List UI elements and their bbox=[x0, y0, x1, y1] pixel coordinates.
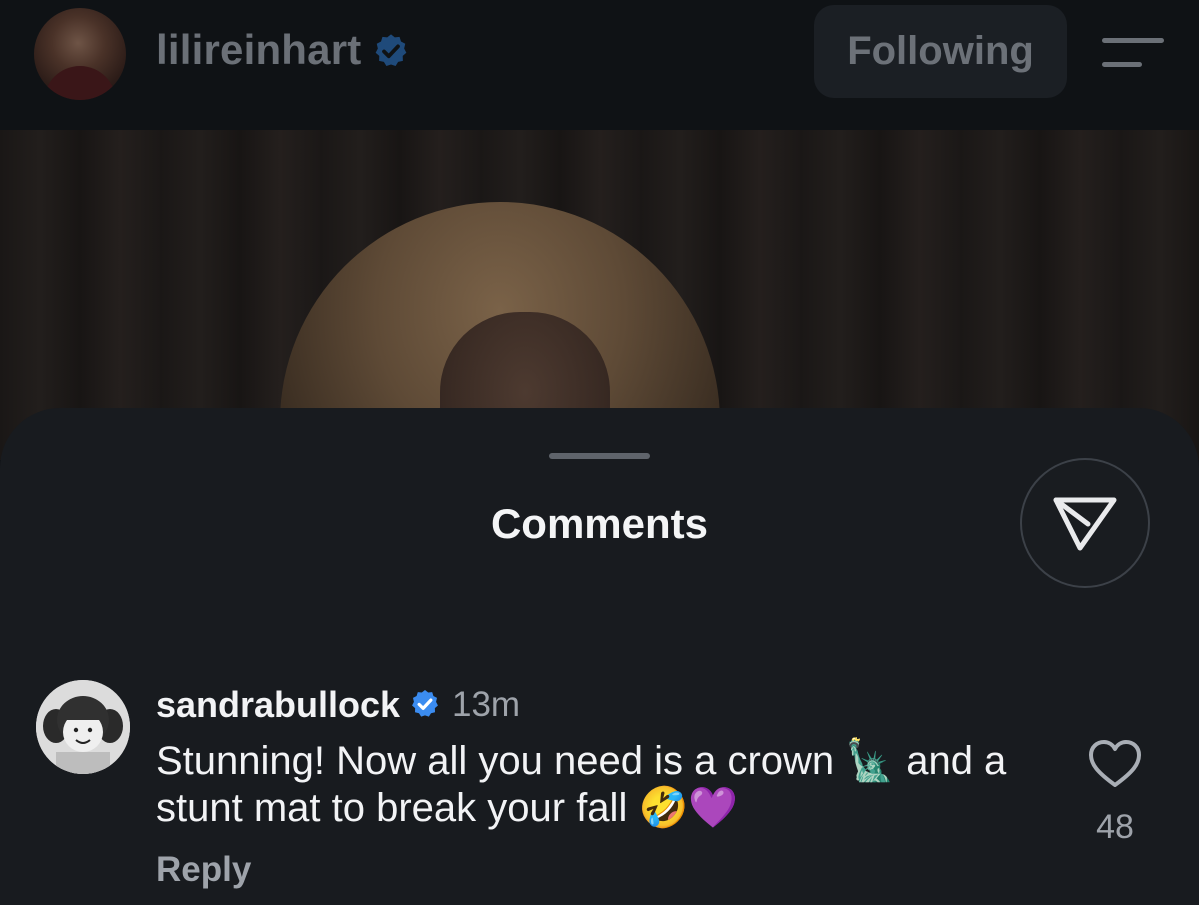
commenter-avatar-image bbox=[36, 680, 130, 774]
menu-icon[interactable] bbox=[1102, 36, 1164, 70]
commenter-avatar[interactable] bbox=[36, 680, 130, 774]
avatar-figure bbox=[44, 66, 116, 100]
author-username[interactable]: lilireinhart bbox=[156, 26, 361, 74]
reply-button[interactable]: Reply bbox=[156, 850, 251, 890]
verified-badge-icon bbox=[375, 34, 407, 67]
share-button[interactable] bbox=[1020, 458, 1150, 588]
verified-badge-icon bbox=[412, 690, 438, 717]
following-button[interactable]: Following bbox=[814, 5, 1067, 98]
post-header: lilireinhart Following bbox=[0, 0, 1199, 130]
author-avatar[interactable] bbox=[34, 8, 126, 100]
share-send-icon bbox=[1053, 497, 1117, 551]
comment-body: Stunning! Now all you need is a crown 🗽 … bbox=[156, 739, 1007, 830]
post-screen: lilireinhart Following Comments sandrabu… bbox=[0, 0, 1199, 905]
comment-timestamp: 13m bbox=[452, 685, 521, 724]
like-count: 48 bbox=[1096, 808, 1134, 846]
commenter-username[interactable]: sandrabullock bbox=[156, 684, 400, 726]
sheet-grabber-handle[interactable] bbox=[549, 453, 650, 459]
heart-icon[interactable] bbox=[1087, 738, 1143, 790]
comments-sheet: Comments sandrabullock 13m Stunning! Now… bbox=[0, 408, 1199, 905]
